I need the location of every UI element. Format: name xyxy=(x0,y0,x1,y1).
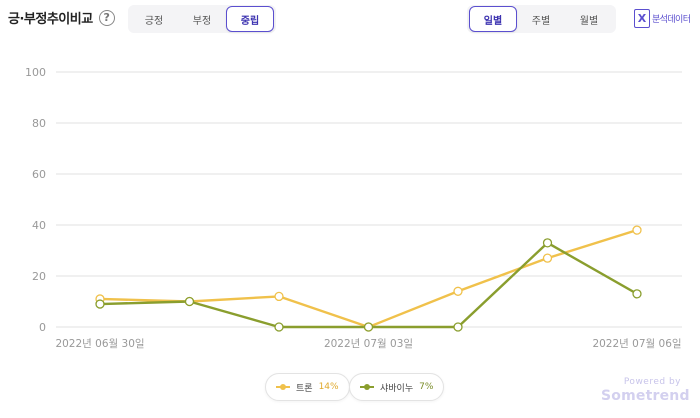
y-tick-label-0: 0 xyxy=(39,321,46,334)
data-point-series-1-3 xyxy=(363,322,374,332)
data-point-series-0-4 xyxy=(453,286,463,296)
brand-name: Sometrend xyxy=(601,388,690,404)
legend-item-series-1[interactable]: 샤바이누 7% xyxy=(349,373,445,401)
x-tick-label-3: 2022년 07월 03일 xyxy=(324,337,413,350)
data-point-series-1-5 xyxy=(542,238,553,248)
series-line-0 xyxy=(98,228,639,329)
legend-share-series-1: 7% xyxy=(419,382,434,392)
legend-marker-series-0 xyxy=(276,383,290,391)
y-tick-label-60: 60 xyxy=(32,168,46,181)
data-point-series-0-2 xyxy=(274,291,284,302)
legend-marker-series-1 xyxy=(360,383,374,391)
trend-line-chart: 0 20 40 60 80 100 2022년 06월 30일 2022년 07월 03일 20… xyxy=(25,66,682,350)
data-point-series-1-2 xyxy=(274,322,284,332)
data-point-series-1-0 xyxy=(95,299,105,309)
sometrend-logo: Powered by Sometrend xyxy=(601,377,690,404)
legend-share-series-0: 14% xyxy=(318,382,339,392)
legend-label-series-0: 트론 xyxy=(296,383,313,394)
y-tick-label-80: 80 xyxy=(32,117,46,130)
legend-label-series-1: 샤바이누 xyxy=(380,383,414,394)
y-tick-label-40: 40 xyxy=(32,219,46,232)
x-tick-label-6: 2022년 07월 06일 xyxy=(592,337,681,350)
powered-by-text: Powered by xyxy=(623,377,681,387)
y-tick-label-20: 20 xyxy=(32,270,46,283)
data-point-series-1-1 xyxy=(184,296,195,307)
y-tick-label-100: 100 xyxy=(25,66,46,79)
x-tick-label-0: 2022년 06월 30일 xyxy=(55,337,144,350)
data-point-series-0-6 xyxy=(632,225,642,235)
data-point-series-1-6 xyxy=(632,289,642,299)
data-point-series-1-4 xyxy=(453,322,463,332)
data-point-series-0-5 xyxy=(542,253,553,263)
legend-item-series-0[interactable]: 트론 14% xyxy=(265,373,350,401)
